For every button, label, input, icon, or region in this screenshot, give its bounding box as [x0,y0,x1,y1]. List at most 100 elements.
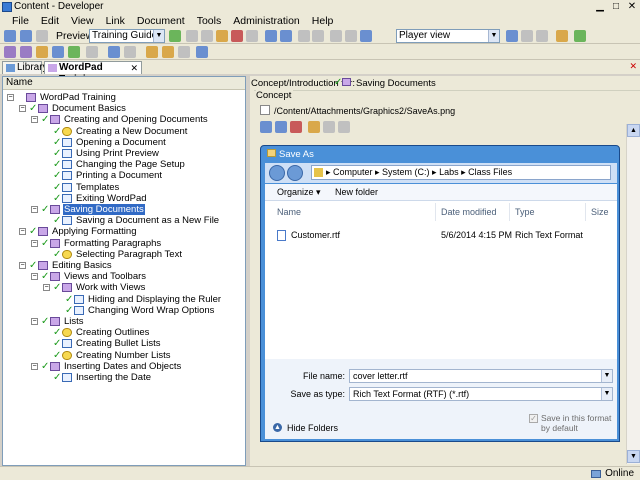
check-icon: ✓ [53,192,62,204]
cut-icon[interactable] [186,30,198,42]
collapse-toggle-icon[interactable]: − [31,362,38,370]
tree-node[interactable]: − ✓ Inserting Dates and Objects [3,361,245,372]
menu-view[interactable]: View [65,14,100,28]
menu-administration[interactable]: Administration [227,14,306,28]
outdent-icon[interactable] [162,46,174,58]
remove-icon[interactable] [290,121,302,133]
tree-node[interactable]: − ✓ Editing Basics [3,260,245,271]
collapse-toggle-icon[interactable]: − [31,318,38,325]
link-icon[interactable] [260,121,272,133]
preview-icon[interactable] [338,121,350,133]
tree-node[interactable]: ✓ Changing the Page Setup [3,159,245,170]
tree-node[interactable]: ✓ Using Print Preview [3,148,245,159]
attach-icon[interactable] [275,121,287,133]
menu-file[interactable]: File [6,14,35,28]
reset-icon[interactable] [196,46,208,58]
new-icon[interactable] [4,30,16,42]
collapse-toggle-icon[interactable]: − [31,206,38,213]
edit-icon[interactable] [308,121,320,133]
move-up-icon[interactable] [108,46,120,58]
tree-node[interactable]: ✓ Printing a Document [3,170,245,181]
record-icon[interactable] [68,46,80,58]
layout-3-icon[interactable] [536,30,548,42]
collapse-icon[interactable] [312,30,324,42]
menu-help[interactable]: Help [306,14,340,28]
tab-library[interactable]: Library [2,61,48,74]
tree-node[interactable]: ✓ Saving a Document as a New File [3,215,245,226]
indent-icon[interactable] [146,46,158,58]
tree-node[interactable]: − ✓ Applying Formatting [3,226,245,237]
tree-node[interactable]: − ✓ Views and Toolbars [3,271,245,282]
go-icon[interactable] [169,30,181,42]
scroll-up-icon[interactable]: ▲ [627,124,640,137]
tree-node[interactable]: ✓ Creating Outlines [3,327,245,338]
preview-select[interactable]: Training Guide ▼ [89,29,165,43]
concept-scrollbar[interactable]: ▲ ▼ [626,124,640,464]
tree-node[interactable]: − ✓ Document Basics [3,103,245,114]
collapse-toggle-icon[interactable]: − [19,228,26,236]
tree-node[interactable]: ✓ Templates [3,182,245,193]
tree-node[interactable]: − ✓ Saving Documents [3,204,245,215]
collapse-toggle-icon[interactable]: − [19,262,26,269]
menu-tools[interactable]: Tools [191,14,228,28]
find-icon[interactable] [246,30,258,42]
settings-icon[interactable] [323,121,335,133]
binoculars-icon[interactable] [330,30,342,42]
tree-node[interactable]: ✓ Creating a New Document [3,126,245,137]
properties-icon[interactable] [178,46,190,58]
collapse-toggle-icon[interactable]: − [43,284,50,292]
tree-node[interactable]: − ✓ Lists [3,316,245,327]
expand-icon[interactable] [298,30,310,42]
tree-node[interactable]: − ✓ Work with Views [3,282,245,293]
scroll-down-icon[interactable]: ▼ [627,450,640,463]
menu-link[interactable]: Link [100,14,131,28]
link-icon[interactable] [86,46,98,58]
help-icon[interactable] [360,30,372,42]
tree-node[interactable]: ✓ Changing Word Wrap Options [3,305,245,316]
tab-wordpad-training[interactable]: WordPad Training ✕ [44,61,142,85]
redo-icon[interactable] [280,30,292,42]
add-page-icon[interactable] [52,46,64,58]
publish-icon[interactable] [556,30,568,42]
minimize-icon[interactable]: ▁ [592,0,608,14]
menu-document[interactable]: Document [131,14,191,28]
tree-node[interactable]: ✓ Creating Bullet Lists [3,338,245,349]
collapse-toggle-icon[interactable]: − [7,94,14,101]
tree-node[interactable]: ✓ Opening a Document [3,137,245,148]
close-tab-icon[interactable]: ✕ [130,62,138,74]
tree-node[interactable]: ✓ Selecting Paragraph Text [3,249,245,260]
close-document-icon[interactable]: ✕ [629,61,637,72]
tree-node[interactable]: ✓ Inserting the Date [3,372,245,383]
tree-node-label: Using Print Preview [76,148,159,159]
tree-node[interactable]: − WordPad Training [3,92,245,103]
close-icon[interactable]: ✕ [624,0,640,14]
copy-icon[interactable] [201,30,213,42]
print-icon[interactable] [36,30,48,42]
maximize-icon[interactable]: □ [608,0,624,14]
tree-node[interactable]: ✓ Exiting WordPad [3,193,245,204]
undo-icon[interactable] [265,30,277,42]
layout-2-icon[interactable] [521,30,533,42]
tree-node[interactable]: − ✓ Formatting Paragraphs [3,238,245,249]
add-module-icon[interactable] [4,46,16,58]
tree-node[interactable]: − ✓ Creating and Opening Documents [3,114,245,125]
organize-button: Organize ▾ [277,187,321,197]
tree-node[interactable]: ✓ Hiding and Displaying the Ruler [3,294,245,305]
add-section-icon[interactable] [20,46,32,58]
collapse-toggle-icon[interactable]: − [31,273,38,281]
player-view-select[interactable]: Player view ▼ [396,29,500,43]
collapse-toggle-icon[interactable]: − [31,116,38,124]
book-icon [50,317,60,326]
refresh-icon[interactable] [574,30,586,42]
paste-icon[interactable] [216,30,228,42]
save-icon[interactable] [20,30,32,42]
collapse-toggle-icon[interactable]: − [31,239,38,247]
spell-check-icon[interactable] [345,30,357,42]
tree-node[interactable]: ✓ Creating Number Lists [3,350,245,361]
layout-1-icon[interactable] [506,30,518,42]
add-topic-icon[interactable] [36,46,48,58]
menu-edit[interactable]: Edit [35,14,65,28]
move-down-icon[interactable] [124,46,136,58]
collapse-toggle-icon[interactable]: − [19,105,26,113]
delete-icon[interactable] [231,30,243,42]
